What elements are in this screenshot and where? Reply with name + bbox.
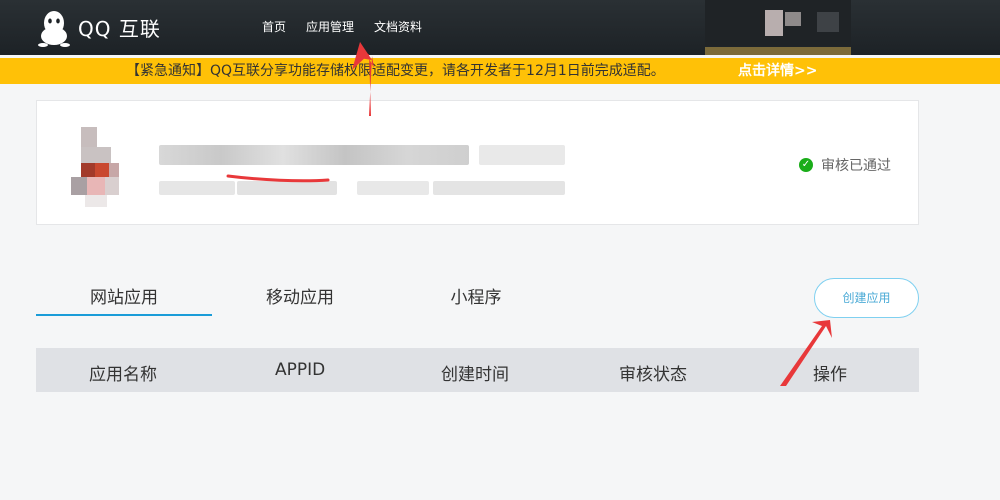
user-account-area[interactable] [705,0,851,55]
column-app-name: 应用名称 [89,365,157,385]
user-avatar [765,10,783,36]
developer-name-blurred [159,145,469,165]
main-nav: 首页 应用管理 文档资料 [262,18,442,35]
column-review-status: 审核状态 [619,365,687,385]
tab-website-apps[interactable]: 网站应用 [36,283,212,316]
developer-avatar [71,127,123,207]
create-app-button[interactable]: 创建应用 [814,278,919,318]
notice-text: 【紧急通知】QQ互联分享功能存储权限适配变更，请各开发者于12月1日前完成适配。 [126,63,665,79]
developer-info-line-blurred [159,181,235,195]
column-appid: APPID [275,360,326,380]
developer-info-card: ✓ 审核已通过 [36,100,919,225]
top-navbar: QQ 互联 首页 应用管理 文档资料 [0,0,1000,55]
brand-title[interactable]: QQ 互联 [78,13,161,42]
user-area-strip [705,47,851,55]
urgent-notice-banner: 【紧急通知】QQ互联分享功能存储权限适配变更，请各开发者于12月1日前完成适配。… [0,58,1000,84]
developer-info-line-blurred [433,181,565,195]
developer-info-line-blurred [357,181,429,195]
user-name [817,12,839,32]
tab-mobile-apps[interactable]: 移动应用 [212,283,388,316]
nav-home[interactable]: 首页 [262,18,286,35]
column-actions: 操作 [813,365,847,385]
notice-details-link[interactable]: 点击详情>> [738,58,817,84]
user-avatar-detail [785,12,801,26]
apps-table-header: 应用名称 APPID 创建时间 审核状态 操作 [36,348,919,392]
column-created-time: 创建时间 [441,365,509,385]
developer-id-blurred [479,145,565,165]
qq-penguin-logo-icon[interactable] [34,8,74,48]
developer-info-line-blurred [237,181,337,195]
tab-mini-programs[interactable]: 小程序 [388,283,564,316]
review-status-label: 审核已通过 [821,158,891,174]
nav-app-management[interactable]: 应用管理 [306,18,354,35]
nav-documentation[interactable]: 文档资料 [374,18,422,35]
review-status: ✓ 审核已通过 [799,155,891,175]
check-icon: ✓ [799,158,813,172]
